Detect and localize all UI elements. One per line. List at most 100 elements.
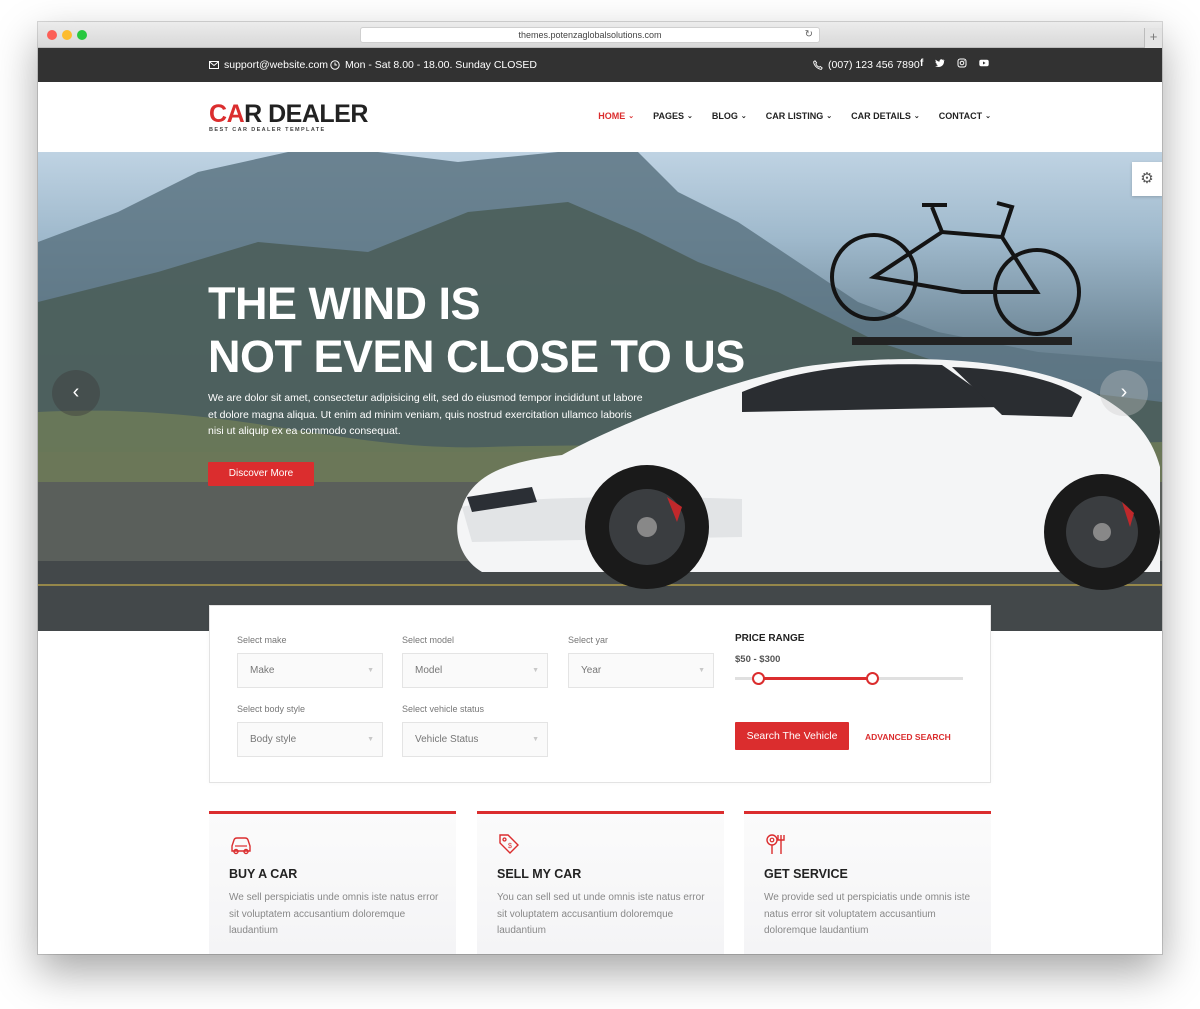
nav-item-pages[interactable]: PAGES ⌄ (653, 111, 693, 121)
price-min-handle[interactable] (751, 672, 765, 685)
discover-more-button[interactable]: Discover More (208, 462, 314, 486)
vehicle-status-select[interactable]: Vehicle Status ▼ (402, 722, 548, 757)
service-card-sell[interactable]: $ SELL MY CAR You can sell sed ut unde o… (477, 811, 724, 954)
nav-item-contact[interactable]: CONTACT ⌄ (939, 111, 991, 121)
service-title: SELL MY CAR (497, 867, 582, 881)
service-description: We sell perspiciatis unde omnis iste nat… (229, 892, 439, 936)
price-range-value: $50 - $300 (735, 654, 781, 665)
address-bar[interactable]: themes.potenzaglobalsolutions.com ↻ (360, 27, 820, 43)
vehicle-status-select-value: Vehicle Status (415, 734, 479, 745)
chevron-down-icon: ⌄ (740, 113, 747, 120)
topbar-email[interactable]: support@website.com (209, 59, 328, 71)
hero-description: We are dolor sit amet, consectetur adipi… (208, 392, 643, 437)
year-select[interactable]: Year ▼ (568, 653, 714, 688)
svg-text:$: $ (508, 843, 512, 850)
slider-next-arrow[interactable]: › (1100, 370, 1148, 416)
search-vehicle-button[interactable]: Search The Vehicle (735, 722, 849, 750)
zoom-window-button[interactable] (77, 30, 87, 40)
vehicle-status-label: Select vehicle status (402, 704, 485, 714)
car-image (457, 201, 1160, 590)
social-links: f (920, 58, 990, 69)
price-tag-icon: $ (499, 834, 519, 854)
caret-down-icon: ▼ (532, 667, 539, 674)
web-page: support@website.com Mon - Sat 8.00 - 18.… (38, 48, 1162, 954)
nav-item-home[interactable]: HOME ⌄ (598, 111, 634, 121)
caret-down-icon: ▼ (367, 667, 374, 674)
wrench-icon (766, 834, 785, 854)
advanced-search-link[interactable]: ADVANCED SEARCH (865, 732, 951, 742)
model-label: Select model (402, 635, 455, 645)
chevron-down-icon: ⌄ (686, 113, 693, 120)
body-style-select-value: Body style (250, 734, 297, 745)
address-bar-url: themes.potenzaglobalsolutions.com (518, 30, 662, 40)
body-style-label: Select body style (237, 704, 306, 714)
make-label: Select make (237, 635, 287, 645)
nav-label: CONTACT (938, 111, 983, 121)
logo-letter-a: A (226, 100, 245, 128)
hero-title: THE WIND IS NOT EVEN CLOSE TO US (208, 277, 745, 383)
email-text: support@website.com (224, 59, 329, 71)
caret-down-icon: ▼ (698, 667, 705, 674)
twitter-icon[interactable] (935, 58, 945, 68)
service-title: BUY A CAR (229, 867, 298, 881)
close-window-button[interactable] (47, 30, 57, 40)
service-card-service[interactable]: GET SERVICE We provide sed ut perspiciat… (744, 811, 991, 954)
service-description: We provide sed ut perspiciatis unde omni… (764, 892, 971, 936)
vehicle-search-panel: Select make Make ▼ Select model Model ▼ Se… (209, 605, 991, 783)
nav-label: HOME (598, 111, 626, 121)
hero-title-line1: THE WIND IS (208, 278, 480, 329)
body-style-select[interactable]: Body style ▼ (237, 722, 383, 757)
nav-label: CAR LISTING (765, 111, 824, 121)
chevron-right-icon: › (1120, 381, 1128, 403)
year-select-value: Year (581, 665, 602, 676)
price-range-title: PRICE RANGE (735, 633, 805, 644)
chevron-left-icon: ‹ (72, 381, 80, 403)
nav-item-car-details[interactable]: CAR DETAILS ⌄ (851, 111, 920, 121)
service-description: You can sell sed ut unde omnis iste natu… (497, 892, 705, 936)
car-icon (231, 837, 251, 855)
price-max-handle[interactable] (865, 672, 879, 685)
make-select-value: Make (250, 665, 275, 676)
instagram-icon[interactable] (957, 58, 967, 68)
nav-item-car-listing[interactable]: CAR LISTING ⌄ (766, 111, 832, 121)
logo-rest: R DEALER (244, 100, 368, 128)
slider-prev-arrow[interactable]: ‹ (52, 370, 100, 416)
site-logo[interactable]: CAR DEALER BEST CAR DEALER TEMPLATE (209, 100, 368, 134)
nav-label: BLOG (711, 111, 738, 121)
new-tab-button[interactable]: + (1144, 28, 1162, 48)
browser-window: themes.potenzaglobalsolutions.com ↻ + su… (38, 22, 1162, 954)
settings-gear-button[interactable]: ⚙ (1132, 162, 1162, 196)
youtube-icon[interactable] (979, 58, 990, 68)
chevron-down-icon: ⌄ (628, 113, 635, 120)
year-label: Select yar (568, 635, 609, 645)
clock-icon (330, 60, 340, 70)
gear-icon: ⚙ (1140, 170, 1154, 187)
price-range-fill (757, 677, 872, 680)
model-select-value: Model (415, 665, 443, 676)
nav-label: PAGES (653, 111, 684, 121)
nav-item-blog[interactable]: BLOG ⌄ (712, 111, 747, 121)
facebook-icon[interactable]: f (920, 58, 923, 69)
logo-letter-c: C (209, 100, 227, 128)
phone-text: (007) 123 456 7890 (828, 59, 920, 71)
make-select[interactable]: Make ▼ (237, 653, 383, 688)
envelope-icon (209, 61, 219, 69)
topbar-hours: Mon - Sat 8.00 - 18.00. Sunday CLOSED (330, 59, 537, 71)
caret-down-icon: ▼ (532, 736, 539, 743)
chevron-down-icon: ⌄ (913, 113, 920, 120)
browser-toolbar: themes.potenzaglobalsolutions.com ↻ + (38, 22, 1162, 48)
service-card-buy[interactable]: BUY A CAR We sell perspiciatis unde omni… (209, 811, 456, 954)
main-nav: HOME ⌄ PAGES ⌄ BLOG ⌄ CAR LISTING ⌄ CAR DETA… (598, 111, 991, 121)
hero-title-line2: NOT EVEN CLOSE TO US (208, 331, 745, 382)
nav-label: CAR DETAILS (851, 111, 911, 121)
caret-down-icon: ▼ (367, 736, 374, 743)
phone-icon (813, 60, 823, 70)
model-select[interactable]: Model ▼ (402, 653, 548, 688)
hero-slider: THE WIND IS NOT EVEN CLOSE TO US We are … (38, 152, 1162, 631)
price-range-slider[interactable] (735, 672, 963, 685)
reload-icon[interactable]: ↻ (805, 28, 813, 42)
minimize-window-button[interactable] (62, 30, 72, 40)
topbar-phone[interactable]: (007) 123 456 7890 (813, 59, 920, 71)
chevron-down-icon: ⌄ (985, 113, 991, 120)
top-bar: support@website.com Mon - Sat 8.00 - 18.… (38, 48, 1162, 82)
